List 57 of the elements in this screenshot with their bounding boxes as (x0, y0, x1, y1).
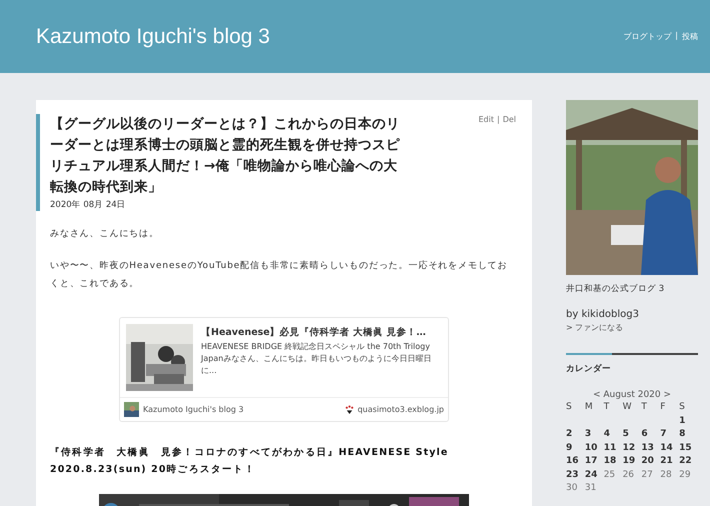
calendar-day[interactable]: 17 (584, 455, 604, 468)
calendar-day: 30 (566, 482, 585, 494)
calendar-day[interactable]: 21 (660, 455, 680, 468)
calendar-day[interactable]: 4 (604, 428, 623, 440)
link-card-title: 【Heavenese】必見『侍科学者 大橋眞 見参！… (201, 326, 427, 339)
calendar-day[interactable]: 19 (622, 455, 642, 468)
calendar-day: 25 (604, 468, 623, 481)
weekday-label: S (566, 401, 573, 414)
calendar-day[interactable]: 11 (604, 442, 623, 454)
calendar-day[interactable]: 24 (584, 468, 604, 481)
post-action-link[interactable]: Del (502, 115, 516, 124)
calendar-day[interactable]: 5 (622, 428, 642, 440)
link-card-blog: Kazumoto Iguchi's blog 3 (143, 405, 245, 414)
calendar-day[interactable]: 1 (679, 414, 698, 427)
post-action-link[interactable]: Edit (478, 115, 494, 124)
calendar-day[interactable]: 9 (566, 442, 585, 454)
calendar-day[interactable]: 15 (679, 442, 698, 454)
calendar-day: 26 (622, 468, 642, 481)
link-card[interactable]: 【Heavenese】必見『侍科学者 大橋眞 見参！… HEAVENESE BRIDGE 終戦記念日スペシャル the 70th Trilogy Japanみなさん、こんにちは。昨日もいつものように今日日曜日に... Kazumoto Iguchi's blog 3 quasimoto3.exblog.jp (119, 317, 449, 422)
link-card-excerpt: HEAVENESE BRIDGE 終戦記念日スペシャル the 70th Trilogy Japanみなさん、こんにちは。昨日もいつものように今日日曜日に... (201, 341, 432, 377)
calendar-day: 28 (660, 468, 680, 481)
weekday-label: W (622, 401, 632, 414)
calendar-day[interactable]: 14 (660, 442, 680, 454)
calendar-day: 29 (679, 468, 698, 481)
weekday-label: M (584, 401, 594, 414)
blog-caption: 井口和基の公式ブログ 3 (566, 283, 666, 295)
calendar-day[interactable]: 3 (584, 428, 604, 440)
calendar-day[interactable]: 23 (566, 468, 585, 481)
calendar-day[interactable]: 7 (660, 428, 680, 440)
calendar-heading: カレンダー (566, 363, 612, 375)
post-date: 2020年 08月 24日 (50, 199, 127, 211)
separator: | (496, 115, 500, 124)
calendar-month[interactable]: < August 2020 > (566, 390, 698, 400)
weekday-label: T (641, 401, 648, 414)
calendar-day[interactable]: 8 (679, 428, 698, 440)
calendar-day[interactable]: 16 (566, 455, 585, 468)
weekday-label: S (679, 401, 686, 414)
paragraph: みなさん、こんにちは。 (50, 228, 160, 241)
calendar-day[interactable]: 20 (641, 455, 660, 468)
separator: | (675, 31, 678, 42)
paragraph: いや〜〜、昨夜のHeaveneseのYouTube配信も非常に素晴らしいものだった。一応それをメモしておくと、これである。 (50, 260, 509, 291)
calendar-day[interactable]: 10 (584, 442, 604, 454)
calendar-day[interactable]: 22 (679, 455, 698, 468)
calendar-day: 27 (641, 468, 660, 481)
calendar-day[interactable]: 6 (641, 428, 660, 440)
weekday-label: F (660, 401, 666, 414)
calendar-day[interactable]: 13 (641, 442, 660, 454)
link-card-domain: quasimoto3.exblog.jp (358, 405, 444, 414)
calendar-day[interactable]: 12 (622, 442, 642, 454)
calendar-day: 31 (584, 482, 604, 494)
weekday-label: T (604, 401, 610, 414)
author-name: by kikidoblog3 (566, 309, 640, 320)
calendar-day[interactable]: 18 (604, 455, 623, 468)
post-title: 【グーグル以後のリーダーとは？】これからの日本のリーダーとは理系博士の頭脳と霊的死生観を併せ持つスピリチュアル理系人間だ！→俺「唯物論から唯心論への大転換の時代到来」 (50, 115, 401, 197)
fan-link[interactable]: > ファンになる (566, 322, 698, 333)
calendar-day[interactable]: 2 (566, 428, 585, 440)
headline: 『侍科学者 大橋眞 見参！コロナのすべてがわかる日』HEAVENESE Style 2020.8.23(sun) 20時ごろスタート！ (50, 446, 450, 477)
